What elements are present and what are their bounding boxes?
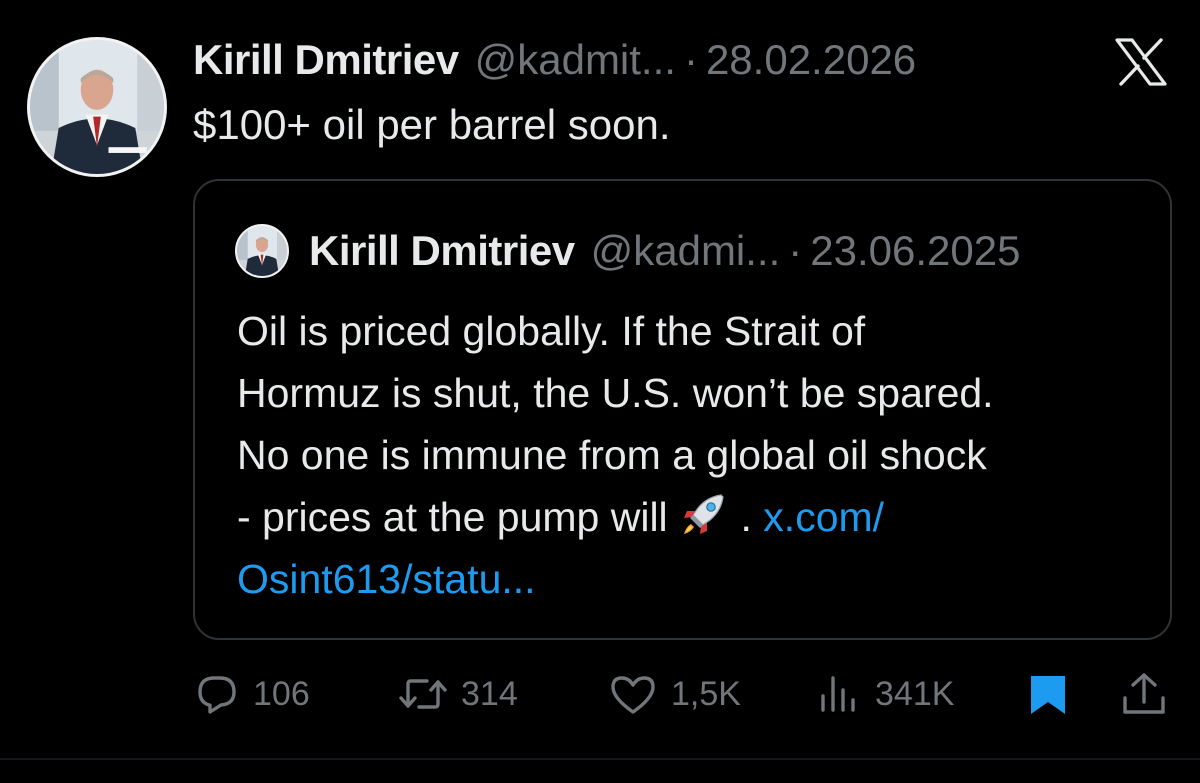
quoted-text-line-4: - prices at the pump will . x.com/ <box>237 486 1157 548</box>
reply-icon <box>193 670 241 718</box>
quoted-author-avatar[interactable] <box>235 224 289 278</box>
x-logo-icon[interactable] <box>1113 38 1169 86</box>
quoted-text-line-4-suffix: . <box>740 494 752 540</box>
quoted-header-separator: · <box>788 227 803 274</box>
action-bar: 106 314 1,5K 341K <box>0 664 1200 724</box>
author-handle[interactable]: @kadmit... <box>475 34 676 86</box>
quoted-text-line: Hormuz is shut, the U.S. won’t be spared… <box>237 370 994 416</box>
quoted-tweet-date[interactable]: 23.06.2025 <box>810 225 1020 277</box>
quoted-author-name[interactable]: Kirill Dmitriev <box>309 225 575 277</box>
quoted-tweet-header: Kirill Dmitriev @kadmi... · 23.06.2025 <box>309 225 1021 277</box>
reply-button[interactable]: 106 <box>193 664 310 724</box>
repost-icon <box>397 670 449 718</box>
repost-count: 314 <box>461 674 518 713</box>
quoted-avatar-photo <box>237 226 287 276</box>
quoted-author-handle[interactable]: @kadmi... <box>591 225 781 277</box>
quoted-tweet[interactable]: Kirill Dmitriev @kadmi... · 23.06.2025 O… <box>193 179 1172 640</box>
views-button[interactable]: 341K <box>815 664 954 724</box>
quoted-text-line: Oil is priced globally. If the Strait of <box>237 308 866 354</box>
bookmark-button[interactable] <box>1025 664 1073 724</box>
reply-count: 106 <box>253 674 310 713</box>
repost-button[interactable]: 314 <box>397 664 518 724</box>
tweet: Kirill Dmitriev @kadmit... · 28.02.2026 … <box>0 0 1200 783</box>
quoted-link-part2[interactable]: Osint613/statu... <box>237 548 1157 610</box>
like-button[interactable]: 1,5K <box>607 664 741 724</box>
quoted-tweet-text: Oil is priced globally. If the Strait of… <box>237 300 1157 610</box>
author-avatar[interactable] <box>27 37 167 177</box>
views-icon <box>815 670 863 718</box>
quoted-text-line: No one is immune from a global oil shock <box>237 432 987 478</box>
share-button[interactable] <box>1118 664 1170 724</box>
share-icon <box>1118 670 1170 718</box>
bottom-divider <box>0 758 1200 760</box>
author-name[interactable]: Kirill Dmitriev <box>193 34 459 86</box>
rocket-emoji-icon <box>681 491 727 537</box>
avatar-photo <box>30 40 164 174</box>
tweet-header: Kirill Dmitriev @kadmit... · 28.02.2026 <box>193 34 916 86</box>
tweet-text: $100+ oil per barrel soon. <box>193 101 671 148</box>
like-count: 1,5K <box>671 674 741 713</box>
header-separator: · <box>683 36 698 83</box>
bookmark-icon <box>1025 670 1073 718</box>
heart-icon <box>607 670 659 718</box>
quoted-link-part1[interactable]: x.com/ <box>763 494 884 540</box>
tweet-date[interactable]: 28.02.2026 <box>706 34 916 86</box>
views-count: 341K <box>875 674 955 713</box>
quoted-text-line-4-prefix: - prices at the pump will <box>237 494 668 540</box>
